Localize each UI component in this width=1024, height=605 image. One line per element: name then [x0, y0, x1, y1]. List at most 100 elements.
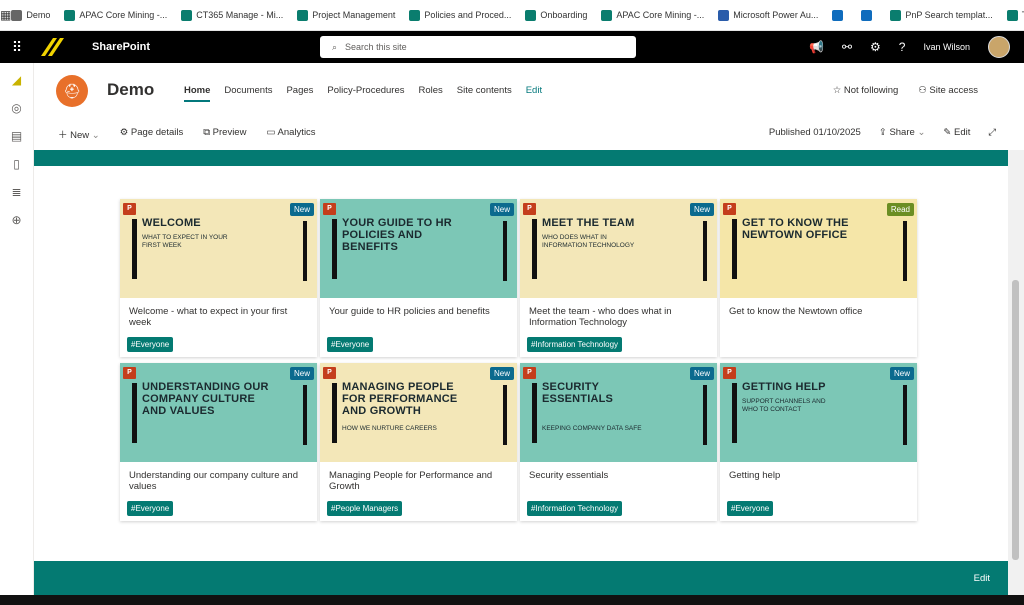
- highlighted-content-grid: P WELCOME WHAT TO EXPECT IN YOUR FIRST W…: [120, 199, 917, 521]
- app-launcher-icon[interactable]: ⠿: [0, 39, 34, 56]
- card-thumbnail[interactable]: P MANAGING PEOPLE FOR PERFORMANCE AND GR…: [320, 363, 517, 462]
- user-avatar[interactable]: [988, 36, 1010, 58]
- status-badge: New: [289, 203, 314, 216]
- card-thumbnail[interactable]: P UNDERSTANDING OUR COMPANY CULTURE AND …: [120, 363, 317, 462]
- site-access-button[interactable]: ⚇ Site access: [918, 85, 978, 96]
- audience-tag[interactable]: #Everyone: [727, 501, 774, 516]
- bookmark-label: PnP Search templat...: [905, 10, 993, 20]
- nav-edit-link[interactable]: Edit: [526, 85, 542, 102]
- bookmark-icon: [11, 9, 23, 21]
- news-card[interactable]: P GETTING HELP SUPPORT CHANNELS AND WHO …: [720, 363, 917, 521]
- settings-gear-icon[interactable]: ⚙: [870, 40, 881, 54]
- thumbnail-frame: [132, 219, 137, 279]
- card-title[interactable]: Get to know the Newtown office: [720, 298, 917, 336]
- bookmark-item[interactable]: [861, 9, 876, 21]
- nav-site-contents[interactable]: Site contents: [457, 85, 512, 102]
- bookmark-item[interactable]: Policies and Proced...: [409, 9, 511, 21]
- news-card[interactable]: P YOUR GUIDE TO HR POLICIES AND BENEFITS…: [320, 199, 517, 357]
- lists-icon[interactable]: ≣: [11, 185, 21, 199]
- globe-icon[interactable]: ◎: [11, 101, 21, 115]
- page-details-button[interactable]: ⚙ Page details: [120, 127, 183, 141]
- app-name[interactable]: SharePoint: [92, 41, 150, 53]
- card-thumbnail[interactable]: P GETTING HELP SUPPORT CHANNELS AND WHO …: [720, 363, 917, 462]
- audience-tag[interactable]: #Information Technology: [527, 501, 623, 516]
- bookmark-item[interactable]: CT365 Manage - Mi...: [181, 9, 283, 21]
- not-following-button[interactable]: ☆ Not following: [833, 85, 899, 96]
- card-title[interactable]: Getting help: [720, 462, 917, 500]
- footer-edit-link[interactable]: Edit: [974, 573, 990, 584]
- bookmark-item[interactable]: APAC Core Mining -...: [64, 9, 167, 21]
- news-icon[interactable]: ▤: [11, 129, 22, 143]
- card-title[interactable]: Welcome - what to expect in your first w…: [120, 298, 317, 336]
- nav-pages[interactable]: Pages: [286, 85, 313, 102]
- create-icon[interactable]: ⊕: [11, 213, 21, 227]
- bookmark-icon: [861, 9, 873, 21]
- site-logo-icon[interactable]: ⛑: [56, 75, 88, 107]
- search-placeholder: Search this site: [345, 42, 407, 52]
- thumbnail-title: SECURITY ESSENTIALS: [542, 381, 614, 405]
- news-card[interactable]: P MANAGING PEOPLE FOR PERFORMANCE AND GR…: [320, 363, 517, 521]
- card-thumbnail[interactable]: P GET TO KNOW THE NEWTOWN OFFICE Read: [720, 199, 917, 298]
- card-title[interactable]: Meet the team - who does what in Informa…: [520, 298, 717, 336]
- preview-button[interactable]: ⧉ Preview: [203, 127, 246, 141]
- page-scrollbar[interactable]: [1008, 150, 1024, 595]
- powerpoint-icon: P: [723, 367, 736, 379]
- status-badge: Read: [886, 203, 914, 216]
- bookmark-item[interactable]: Microsoft Power Au...: [718, 9, 818, 21]
- edit-button[interactable]: ✎ Edit: [943, 127, 970, 138]
- site-access-label: Site access: [929, 85, 978, 96]
- card-title[interactable]: Understanding our company culture and va…: [120, 462, 317, 500]
- apps-grid-icon[interactable]: ▦: [0, 0, 11, 31]
- analytics-button[interactable]: ▭ Analytics: [266, 127, 315, 141]
- megaphone-icon[interactable]: 📢: [809, 40, 824, 54]
- bookmark-item[interactable]: Project Management: [297, 9, 395, 21]
- bookmark-label: Onboarding: [540, 10, 588, 20]
- news-card[interactable]: P SECURITY ESSENTIALS KEEPING COMPANY DA…: [520, 363, 717, 521]
- card-thumbnail[interactable]: P YOUR GUIDE TO HR POLICIES AND BENEFITS…: [320, 199, 517, 298]
- bookmark-item[interactable]: Demo: [11, 9, 50, 21]
- audience-tag[interactable]: #People Managers: [327, 501, 403, 516]
- card-title[interactable]: Security essentials: [520, 462, 717, 500]
- org-logo-icon[interactable]: ◢: [12, 73, 21, 87]
- thumbnail-frame: [703, 221, 707, 281]
- chevron-down-icon: ⌄: [91, 130, 100, 141]
- card-title[interactable]: Managing People for Performance and Grow…: [320, 462, 517, 500]
- bookmark-item[interactable]: Onboarding: [525, 9, 588, 21]
- news-card[interactable]: P GET TO KNOW THE NEWTOWN OFFICE Read Ge…: [720, 199, 917, 357]
- audience-tag[interactable]: #Everyone: [127, 337, 174, 352]
- expand-icon[interactable]: ⤢: [988, 127, 996, 138]
- thumbnail-frame: [903, 385, 907, 445]
- document-icon[interactable]: ▯: [13, 157, 20, 171]
- audience-tag[interactable]: #Everyone: [127, 501, 174, 516]
- user-name[interactable]: Ivan Wilson: [923, 42, 970, 52]
- preview-label: Preview: [212, 127, 247, 138]
- bookmark-item[interactable]: APAC Core Mining -...: [601, 9, 704, 21]
- card-thumbnail[interactable]: P WELCOME WHAT TO EXPECT IN YOUR FIRST W…: [120, 199, 317, 298]
- scrollbar-thumb[interactable]: [1012, 280, 1019, 560]
- news-card[interactable]: P MEET THE TEAM WHO DOES WHAT IN INFORMA…: [520, 199, 717, 357]
- thumbnail-title: WELCOME: [142, 217, 201, 229]
- audience-tag[interactable]: #Everyone: [327, 337, 374, 352]
- thumbnail-frame: [532, 383, 537, 443]
- nav-policy-procedures[interactable]: Policy-Procedures: [327, 85, 404, 102]
- site-title[interactable]: Demo: [107, 80, 154, 100]
- card-thumbnail[interactable]: P SECURITY ESSENTIALS KEEPING COMPANY DA…: [520, 363, 717, 462]
- news-card[interactable]: P WELCOME WHAT TO EXPECT IN YOUR FIRST W…: [120, 199, 317, 357]
- share-button[interactable]: ⇪ Share ⌄: [879, 127, 926, 138]
- new-button[interactable]: ＋ New ⌄: [58, 127, 100, 141]
- search-box[interactable]: ⌕ Search this site: [320, 36, 636, 58]
- bookmark-item[interactable]: [832, 9, 847, 21]
- organization-logo[interactable]: [34, 31, 70, 63]
- nav-documents[interactable]: Documents: [224, 85, 272, 102]
- header-actions: 📢 ⚯ ⚙ ? Ivan Wilson: [809, 31, 1010, 63]
- bookmark-item[interactable]: PnP Search templat...: [890, 9, 993, 21]
- share-link-icon[interactable]: ⚯: [842, 40, 852, 54]
- nav-home[interactable]: Home: [184, 85, 211, 102]
- audience-tag[interactable]: #Information Technology: [527, 337, 623, 352]
- help-icon[interactable]: ?: [899, 40, 906, 54]
- card-thumbnail[interactable]: P MEET THE TEAM WHO DOES WHAT IN INFORMA…: [520, 199, 717, 298]
- card-title[interactable]: Your guide to HR policies and benefits: [320, 298, 517, 336]
- bookmark-item[interactable]: Test: [1006, 9, 1024, 21]
- news-card[interactable]: P UNDERSTANDING OUR COMPANY CULTURE AND …: [120, 363, 317, 521]
- nav-roles[interactable]: Roles: [419, 85, 443, 102]
